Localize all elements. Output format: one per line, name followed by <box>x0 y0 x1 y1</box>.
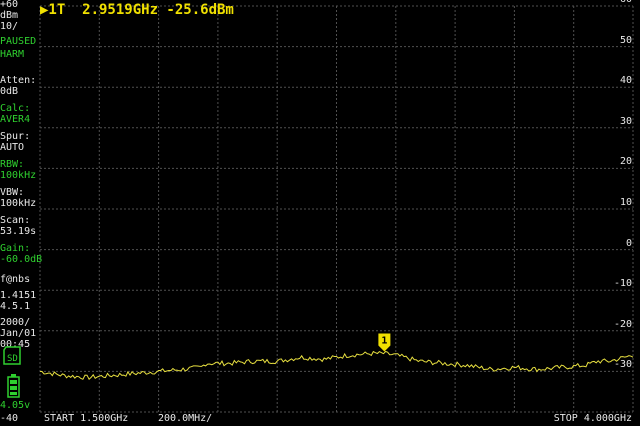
y-tick-label: 0 <box>625 237 632 249</box>
frequency-per-div: 200.0MHz/ <box>158 413 213 424</box>
bottom-level: -40 <box>0 413 19 424</box>
y-tick-label: -20 <box>613 318 632 330</box>
stop-frequency[interactable]: STOP 4.000GHz <box>554 413 632 424</box>
y-tick-label: 20 <box>619 156 632 168</box>
y-tick-label: 50 <box>619 34 632 46</box>
y-tick-label: 40 <box>619 75 632 87</box>
battery-voltage: 4.05v <box>0 400 31 411</box>
status-sidebar: +60 dBm 10/ PAUSED HARM Atten: 0dB Calc:… <box>0 0 42 426</box>
y-tick-label: -30 <box>613 359 632 371</box>
battery-icon <box>7 374 20 398</box>
y-tick-label: 60 <box>620 0 632 5</box>
spectrum-analyzer-screen: 1 +60 dBm 10/ PAUSED HARM Atten: 0dB Cal… <box>0 0 640 426</box>
y-tick-label: -10 <box>613 278 632 290</box>
marker-readout: ▶1T 2.9519GHz -25.6dBm <box>40 2 234 18</box>
spectrum-plot[interactable]: 1 <box>0 0 640 426</box>
y-tick-label: 30 <box>619 115 632 127</box>
marker-1[interactable]: 1 <box>378 333 391 352</box>
y-tick-label: 10 <box>619 197 632 208</box>
marker-number: 1 <box>381 336 387 347</box>
start-frequency[interactable]: START 1.500GHz <box>44 413 128 424</box>
